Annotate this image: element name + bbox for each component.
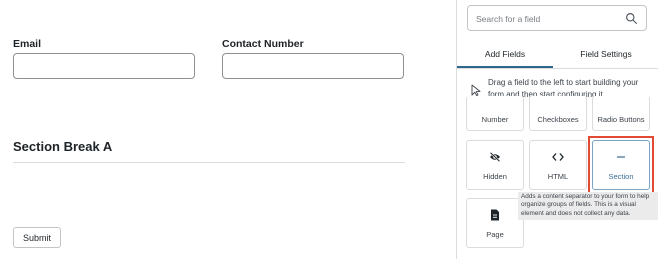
search-icon[interactable]	[625, 12, 638, 25]
tab-field-settings[interactable]: Field Settings	[553, 40, 658, 68]
field-card-number[interactable]: Number	[466, 96, 524, 131]
eye-slash-icon	[467, 151, 523, 163]
field-card-section[interactable]: Section	[592, 140, 650, 190]
field-card-label: Hidden	[483, 172, 507, 181]
document-icon	[467, 209, 523, 221]
form-canvas: Email Contact Number Section Break A Sub…	[0, 0, 440, 259]
tab-divider	[457, 68, 658, 69]
field-card-label: Page	[486, 230, 504, 239]
field-card-label: Checkboxes	[537, 115, 579, 124]
field-card-radio-buttons[interactable]: Radio Buttons	[592, 96, 650, 131]
field-card-html[interactable]: HTML	[529, 140, 587, 190]
field-card-label: Radio Buttons	[597, 115, 645, 124]
contact-number-label: Contact Number	[222, 38, 304, 50]
submit-button[interactable]: Submit	[13, 227, 61, 248]
cursor-icon	[471, 84, 481, 96]
section-break-title[interactable]: Section Break A	[13, 139, 112, 154]
code-icon	[530, 151, 586, 163]
email-label: Email	[13, 38, 42, 50]
contact-number-field[interactable]	[222, 53, 404, 79]
section-tooltip: Adds a content separator to your form to…	[518, 192, 658, 220]
tab-add-fields[interactable]: Add Fields	[457, 40, 553, 68]
field-search[interactable]	[467, 5, 647, 31]
field-card-checkboxes[interactable]: Checkboxes	[529, 96, 587, 131]
field-card-page[interactable]: Page	[466, 198, 524, 248]
email-field[interactable]	[13, 53, 195, 79]
field-card-label: HTML	[547, 172, 569, 181]
field-card-label: Number	[481, 115, 509, 124]
field-card-label: Section	[608, 172, 634, 181]
field-card-hidden[interactable]: Hidden	[466, 140, 524, 190]
minus-icon	[593, 151, 649, 163]
search-input[interactable]	[476, 11, 616, 26]
section-divider	[13, 162, 405, 163]
